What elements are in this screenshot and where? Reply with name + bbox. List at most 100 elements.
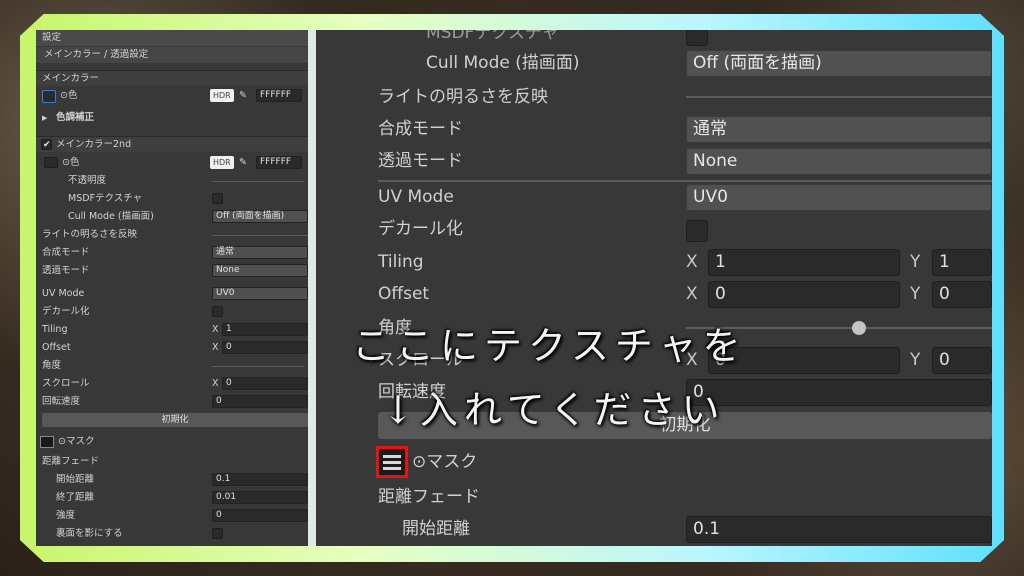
- opacity-slider[interactable]: [212, 181, 304, 182]
- inspector-window: 設定 メインカラー / 透過設定 メインカラー ⊙色 HDR ✎ FFFFFF …: [36, 30, 992, 546]
- distance-fade-label: 距離フェード: [42, 456, 100, 467]
- light-reflect-row-zoomed: ライトの明るさを反映: [316, 82, 992, 112]
- angle-slider-knob[interactable]: [852, 321, 866, 335]
- cull-mode-dropdown[interactable]: Off (両面を描画): [212, 210, 308, 223]
- uv-mode-label: UV Mode: [42, 288, 85, 299]
- light-reflect-slider[interactable]: [212, 235, 308, 236]
- reset-row: 初期化: [36, 412, 308, 428]
- color-swatch[interactable]: [42, 90, 56, 103]
- tiling-label: Tiling: [42, 324, 68, 335]
- tiling-row: Tiling X 1: [36, 322, 308, 338]
- blend-mode-row-zoomed: 合成モード 通常: [316, 114, 992, 144]
- uv-mode-dropdown[interactable]: UV0: [212, 287, 308, 300]
- backface-shadow-checkbox[interactable]: [212, 528, 223, 539]
- main-color-section[interactable]: メインカラー: [36, 70, 308, 86]
- main-color2-toggle[interactable]: [41, 137, 52, 153]
- decal-label: デカール化: [42, 306, 90, 317]
- alpha-mode-row-zoomed: 透過モード None: [316, 146, 992, 176]
- hex-field[interactable]: FFFFFF: [256, 89, 302, 102]
- blend-mode-dropdown[interactable]: 通常: [212, 246, 308, 259]
- tiling-x-axis-zoomed: X: [686, 252, 698, 272]
- tiling-y-field-zoomed[interactable]: 1: [932, 249, 992, 276]
- tiling-x-axis: X: [212, 324, 219, 335]
- scroll-label: スクロール: [42, 378, 90, 389]
- hex2-field[interactable]: FFFFFF: [256, 156, 302, 169]
- mask-row-zoomed: ⊙マスク: [316, 444, 992, 480]
- tiling-x-field-zoomed[interactable]: 1: [708, 249, 900, 276]
- main-color2-title: メインカラー2nd: [56, 139, 132, 150]
- eyedropper-icon[interactable]: ✎: [239, 88, 247, 104]
- hdr2-button[interactable]: HDR: [210, 156, 234, 169]
- uv-mode-row: UV Mode UV0: [36, 286, 308, 302]
- offset-label-zoomed: Offset: [378, 284, 430, 304]
- mask-label: ⊙マスク: [58, 436, 95, 447]
- opacity-row: 不透明度: [36, 173, 308, 189]
- offset-y-field-zoomed[interactable]: 0: [932, 281, 992, 308]
- offset-x-field[interactable]: 0: [222, 341, 308, 354]
- decal-row-zoomed: デカール化: [316, 214, 992, 244]
- backface-shadow-row: 裏面を影にする: [36, 526, 308, 542]
- scroll-x-axis: X: [212, 378, 219, 389]
- distance-fade-row: 距離フェード: [36, 454, 308, 470]
- tone-correction-label: 色調補正: [56, 112, 95, 123]
- angle-slider[interactable]: [212, 366, 304, 367]
- alpha-mode-row: 透過モード None: [36, 263, 308, 279]
- msdf-row-zoomed: MSDFテクスチャ: [316, 30, 992, 48]
- tiling-y-axis-zoomed: Y: [910, 252, 921, 272]
- uv-mode-row-zoomed: UV Mode UV0: [316, 182, 992, 212]
- scroll-x-field[interactable]: 0: [222, 377, 308, 390]
- rotate-speed-field[interactable]: 0: [212, 395, 308, 408]
- fade-start-field-zoomed[interactable]: 0.1: [686, 516, 992, 543]
- mask-texture-slot-zoomed[interactable]: [376, 446, 408, 478]
- alpha-mode-label-zoomed: 透過モード: [378, 151, 463, 171]
- scroll-y-field-zoomed[interactable]: 0: [932, 347, 992, 374]
- uv-mode-label-zoomed: UV Mode: [378, 187, 454, 207]
- mask-texture-slot[interactable]: [40, 436, 54, 448]
- light-reflect-slider-zoomed[interactable]: [686, 96, 992, 98]
- decal-checkbox-zoomed[interactable]: [686, 220, 708, 242]
- eyedropper2-icon[interactable]: ✎: [239, 155, 247, 171]
- tone-correction-row[interactable]: ▶ 色調補正: [36, 110, 308, 126]
- left-header: 設定: [36, 30, 308, 46]
- opacity-label: 不透明度: [68, 175, 107, 186]
- blend-mode-row: 合成モード 通常: [36, 245, 308, 261]
- alpha-mode-dropdown[interactable]: None: [212, 264, 308, 277]
- light-reflect-label: ライトの明るさを反映: [42, 229, 138, 240]
- blend-mode-dropdown-zoomed[interactable]: 通常: [686, 116, 992, 143]
- strength-field[interactable]: 0: [212, 509, 308, 522]
- cull-mode-dropdown-zoomed[interactable]: Off (両面を描画): [686, 50, 992, 77]
- main-color2-section[interactable]: メインカラー2nd: [36, 136, 308, 153]
- msdf-checkbox[interactable]: [212, 193, 223, 204]
- distance-fade-row-zoomed: 距離フェード: [316, 482, 992, 512]
- light-reflect-label-zoomed: ライトの明るさを反映: [378, 87, 548, 107]
- decal-checkbox[interactable]: [212, 306, 223, 317]
- offset-x-field-zoomed[interactable]: 0: [708, 281, 900, 308]
- hdr-button[interactable]: HDR: [210, 89, 234, 102]
- angle-label: 角度: [42, 360, 62, 371]
- fade-start-field[interactable]: 0.1: [212, 473, 308, 486]
- tiling-x-field[interactable]: 1: [222, 323, 308, 336]
- rotate-speed-label: 回転速度: [42, 396, 81, 407]
- cull-mode-row: Cull Mode (描画面) Off (両面を描画): [36, 209, 308, 225]
- uv-mode-dropdown-zoomed[interactable]: UV0: [686, 184, 992, 211]
- alpha-mode-dropdown-zoomed[interactable]: None: [686, 148, 992, 175]
- tiling-row-zoomed: Tiling X 1 Y 1: [316, 247, 992, 277]
- fade-end-row: 終了距離 0.01: [36, 490, 308, 506]
- msdf-label-zoomed: MSDFテクスチャ: [426, 30, 559, 43]
- reset-button[interactable]: 初期化: [42, 413, 308, 427]
- collapse-arrow-icon: ▶: [42, 114, 48, 122]
- cull-mode-label-zoomed: Cull Mode (描画面): [426, 53, 580, 73]
- blend-mode-label-zoomed: 合成モード: [378, 119, 463, 139]
- fade-start-row-zoomed: 開始距離 0.1: [316, 514, 992, 544]
- fade-end-field[interactable]: 0.01: [212, 491, 308, 504]
- instruction-overlay: ここにテクスチャを ↓入れてください: [352, 314, 746, 442]
- fade-start-label-zoomed: 開始距離: [402, 519, 470, 539]
- breadcrumb[interactable]: メインカラー / 透過設定: [36, 47, 308, 63]
- header-title: 設定: [42, 32, 62, 43]
- msdf-checkbox-zoomed[interactable]: [686, 30, 708, 46]
- rotate-speed-row: 回転速度 0: [36, 394, 308, 410]
- cull-mode-label: Cull Mode (描画面): [68, 211, 154, 222]
- color2-swatch[interactable]: [44, 157, 58, 168]
- msdf-label: MSDFテクスチャ: [68, 193, 143, 204]
- color2-label: ⊙色: [62, 157, 80, 168]
